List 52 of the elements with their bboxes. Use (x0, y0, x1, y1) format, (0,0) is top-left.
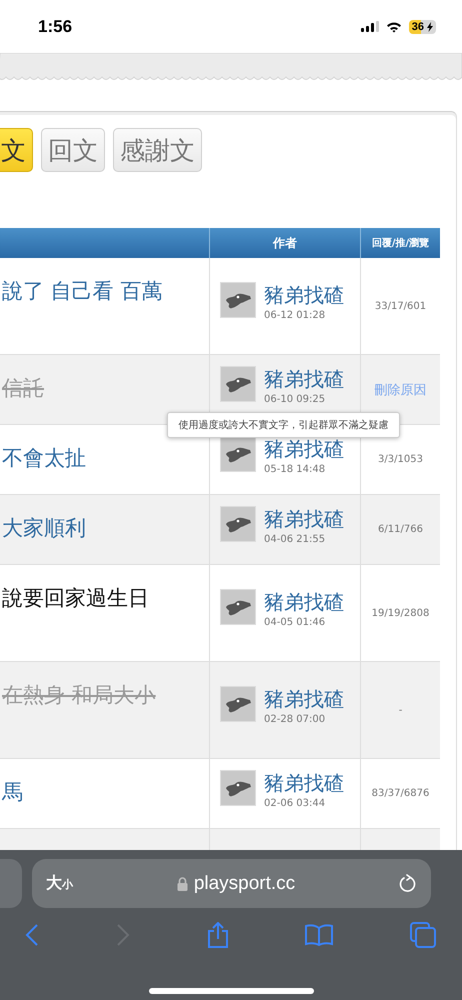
url-text: playsport.cc (194, 872, 296, 894)
author-name[interactable]: 豬弟找碴 (264, 506, 344, 532)
avatar-icon (220, 282, 256, 318)
post-date: 04-06 21:55 (264, 534, 326, 545)
column-header: 作者 (273, 234, 297, 252)
reply-stats: 19/19/2808 (372, 608, 430, 618)
address-bar[interactable]: 大小 playsport.cc (32, 859, 431, 908)
reload-icon[interactable] (399, 874, 417, 894)
topic-title[interactable]: 不會太扯 (2, 446, 86, 470)
avatar-icon (220, 770, 256, 806)
avatar-icon (220, 589, 256, 625)
avatar-icon (220, 436, 256, 472)
author-name[interactable]: 豬弟找碴 (264, 282, 344, 308)
post-date: 06-12 01:28 (264, 310, 326, 321)
author-name[interactable]: 豬弟找碴 (264, 589, 344, 615)
topic-title[interactable]: 說了 自己看 百萬 (2, 279, 162, 303)
status-time: 1:56 (38, 16, 72, 36)
post-date: 06-10 09:25 (264, 394, 326, 405)
lock-icon (176, 876, 188, 890)
author-name[interactable]: 豬弟找碴 (264, 366, 344, 392)
topic-title[interactable]: 說要回家過生日 (2, 586, 149, 610)
tab-pill[interactable] (0, 859, 22, 908)
author-name[interactable]: 豬弟找碴 (264, 436, 344, 462)
reply-stats: - (398, 704, 402, 716)
reply-stats: 3/3/1053 (378, 454, 423, 465)
avatar-icon (220, 686, 256, 722)
back-icon[interactable] (25, 924, 39, 946)
post-date: 05-18 14:48 (264, 464, 326, 475)
avatar-icon (220, 506, 256, 542)
wifi-icon (386, 20, 402, 32)
topic-title[interactable]: 馬 (2, 780, 23, 804)
post-date: 02-06 03:44 (264, 798, 326, 809)
forward-icon[interactable] (116, 924, 130, 946)
filter-tab[interactable]: 感謝文 (113, 128, 202, 172)
text-size-button[interactable]: 大小 (46, 873, 73, 894)
reply-stats: 33/17/601 (374, 300, 426, 312)
reply-stats: 83/37/6876 (372, 788, 430, 799)
topic-title[interactable]: 大家順利 (2, 516, 86, 540)
avatar-icon (220, 366, 256, 402)
author-name[interactable]: 豬弟找碴 (264, 686, 344, 712)
filter-tab[interactable]: 文 (0, 128, 33, 172)
tabs-icon[interactable] (410, 922, 436, 948)
post-date: 02-28 07:00 (264, 714, 326, 725)
share-icon[interactable] (206, 922, 228, 948)
bookmarks-icon[interactable] (305, 924, 334, 946)
signal-icon (360, 21, 379, 32)
filter-tab[interactable]: 回文 (41, 128, 105, 172)
author-name[interactable]: 豬弟找碴 (264, 770, 344, 796)
reply-stats: 6/11/766 (378, 524, 423, 535)
tooltip: 使用過度或誇大不實文字，引起群眾不滿之疑慮 (167, 412, 400, 438)
column-header: 回覆/推/瀏覽 (372, 236, 430, 250)
post-date: 04-05 01:46 (264, 617, 326, 628)
